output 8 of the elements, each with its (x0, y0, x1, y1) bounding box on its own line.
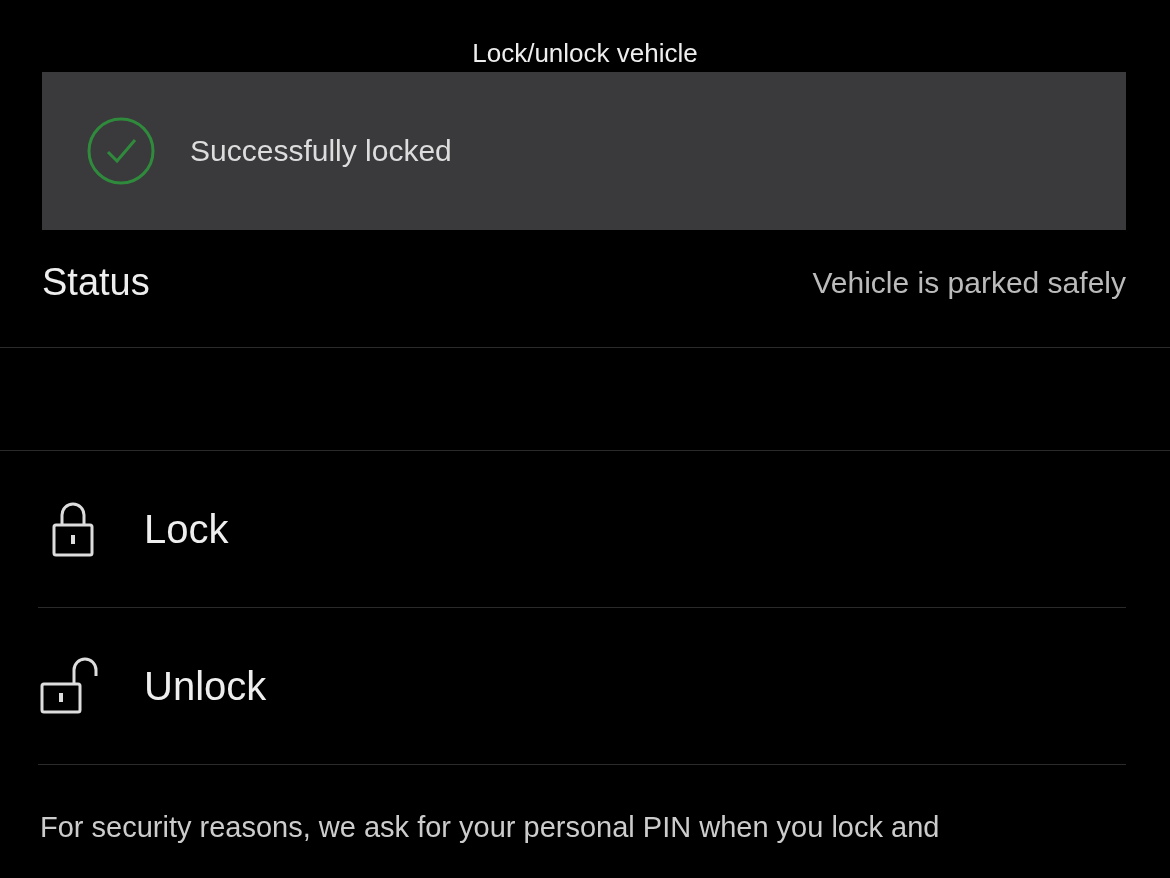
status-label: Status (42, 261, 150, 304)
check-circle-icon (86, 116, 156, 186)
status-value: Vehicle is parked safely (812, 265, 1126, 300)
toast-message: Successfully locked (190, 134, 452, 168)
security-note: For security reasons, we ask for your personal PIN when you lock and (39, 810, 941, 844)
action-row[interactable]: Unlock (38, 608, 1126, 765)
screen-title: Lock/unlock vehicle (472, 38, 698, 70)
action-row[interactable]: Lock (38, 451, 1126, 608)
